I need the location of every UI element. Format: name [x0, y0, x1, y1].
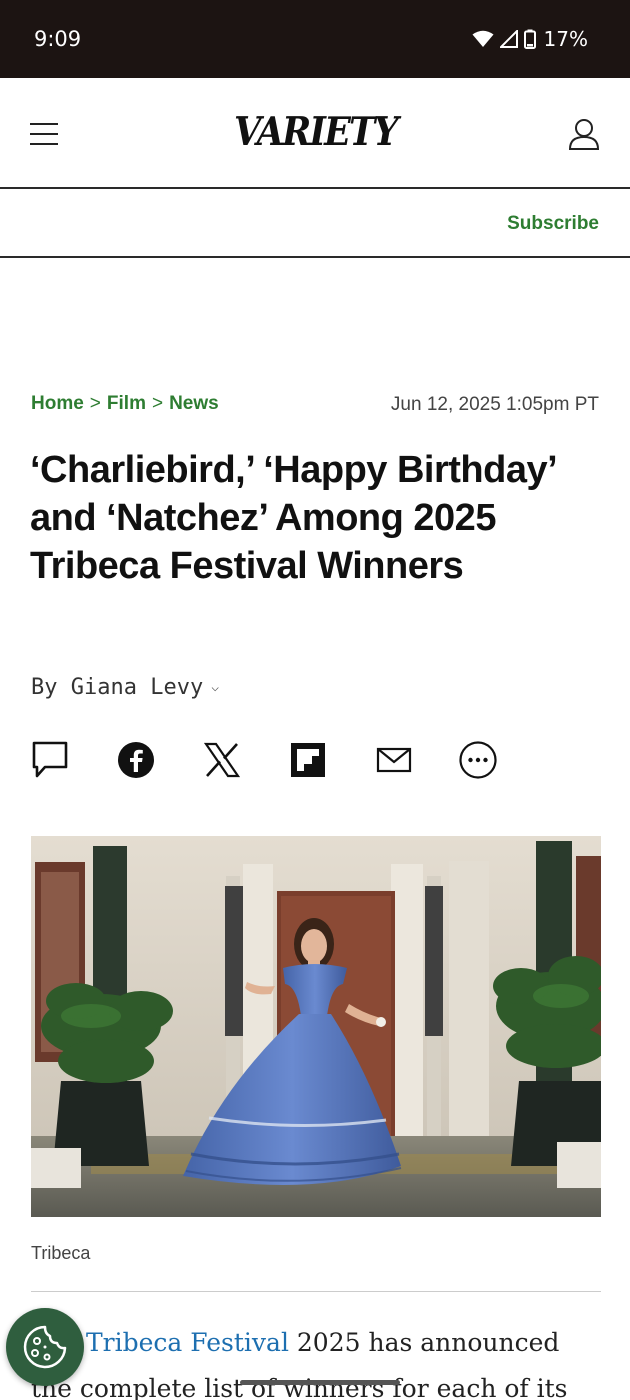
- breadcrumb-home[interactable]: Home: [31, 393, 84, 415]
- status-time: 9:09: [34, 27, 82, 51]
- article-headline: ‘Charliebird,’ ‘Happy Birthday’ and ‘Nat…: [30, 449, 556, 587]
- article-body: Tribeca Festival 2025 has announced the …: [31, 1320, 601, 1400]
- share-bar: [30, 738, 600, 782]
- more-icon[interactable]: [458, 738, 498, 782]
- x-icon[interactable]: [202, 738, 242, 782]
- chevron-down-icon: ⌵: [211, 680, 220, 695]
- subscribe-link[interactable]: Subscribe: [507, 213, 599, 235]
- body-line-1: 2025 has announced: [288, 1328, 560, 1357]
- battery-percentage: 17%: [543, 27, 588, 51]
- menu-button[interactable]: [30, 121, 60, 147]
- status-icons: 17%: [472, 24, 588, 54]
- status-bar: 9:09 17%: [0, 0, 630, 78]
- divider: [31, 1291, 601, 1292]
- variety-logo[interactable]: VARIETY: [232, 102, 398, 162]
- tribeca-festival-link[interactable]: Tribeca Festival: [86, 1328, 289, 1357]
- comment-icon[interactable]: [30, 738, 70, 782]
- wifi-icon: [472, 30, 494, 47]
- cookie-settings-button[interactable]: [6, 1308, 84, 1386]
- hero-photo: [31, 836, 601, 1217]
- battery-icon: [523, 29, 536, 49]
- subscribe-bar: Subscribe: [0, 189, 630, 258]
- home-indicator: [240, 1380, 400, 1385]
- logo-text: VARIETY: [233, 109, 398, 155]
- flipboard-icon[interactable]: [288, 738, 328, 782]
- article-timestamp: Jun 12, 2025 1:05pm PT: [390, 394, 599, 415]
- breadcrumb-film[interactable]: Film: [107, 393, 146, 415]
- breadcrumb-separator: >: [151, 393, 164, 414]
- breadcrumb-separator: >: [89, 393, 101, 414]
- author-name: By Giana Levy: [31, 675, 204, 700]
- account-icon[interactable]: [566, 116, 602, 152]
- breadcrumb-news[interactable]: News: [169, 393, 219, 415]
- cookie-icon: [23, 1325, 67, 1369]
- byline[interactable]: By Giana Levy ⌵: [31, 675, 219, 700]
- breadcrumb: Home > Film > News: [31, 393, 219, 415]
- article-hero-image[interactable]: [31, 836, 601, 1217]
- image-caption: Tribeca: [31, 1243, 91, 1263]
- email-icon[interactable]: [374, 738, 414, 782]
- signal-icon: [499, 30, 518, 48]
- facebook-icon[interactable]: [116, 738, 156, 782]
- site-header: VARIETY: [0, 78, 630, 189]
- body-line-2: the complete list of winners for each of…: [31, 1374, 568, 1400]
